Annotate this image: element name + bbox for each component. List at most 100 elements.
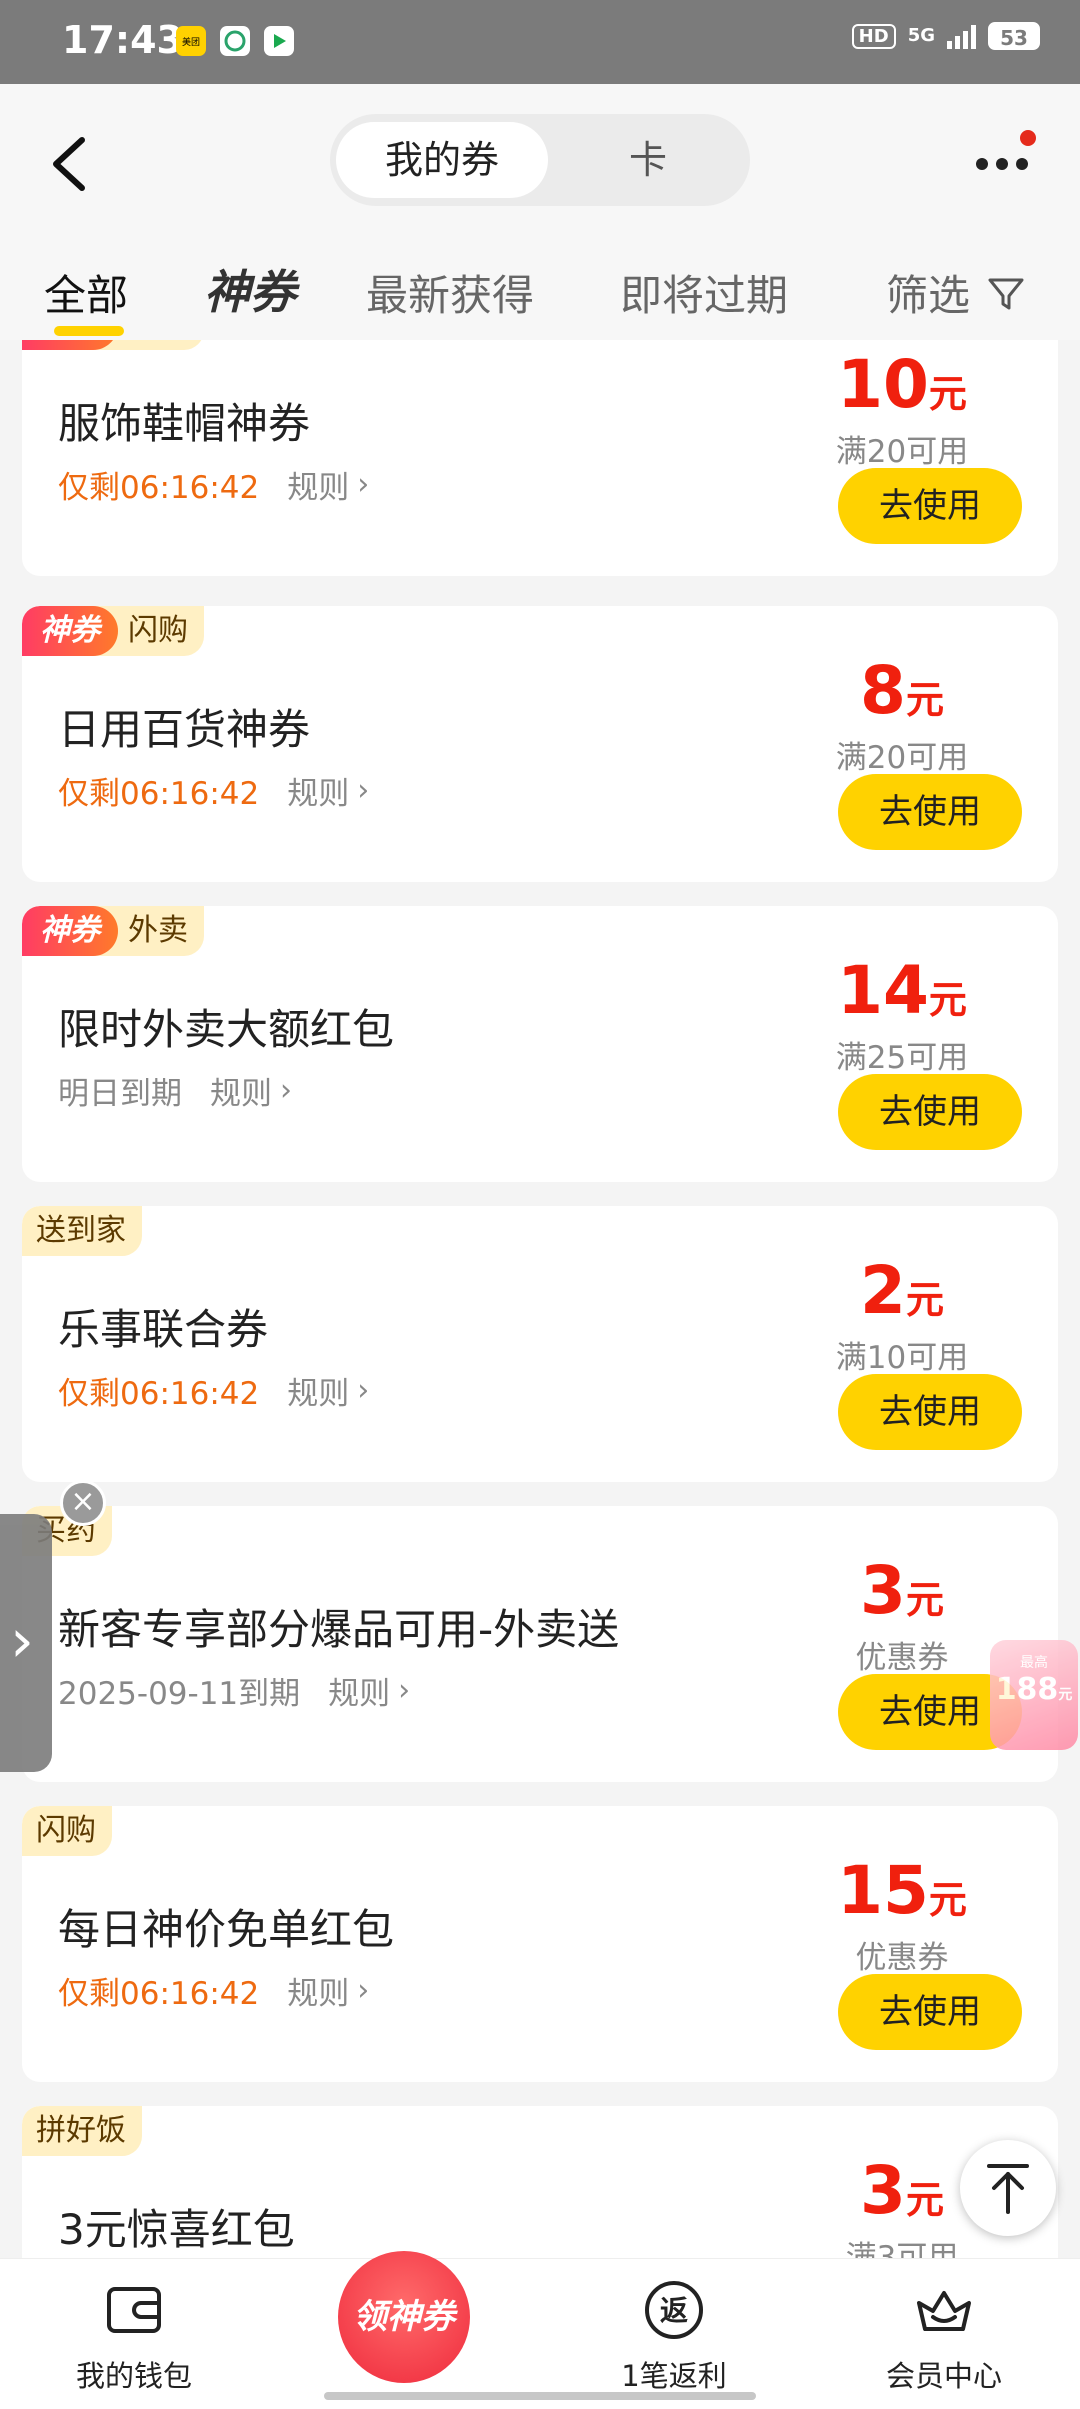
filter-icon[interactable]	[986, 274, 1026, 314]
coupon-title: 乐事联合券	[58, 1305, 269, 1354]
coupon-card: 买药 新客专享部分爆品可用-外卖送 2025-09-11到期 规则 › 3元 优…	[22, 1506, 1058, 1782]
coupon-condition: 满10可用	[835, 1340, 969, 1376]
coupon-condition: 满20可用	[835, 740, 969, 776]
chevron-right-icon: ›	[10, 1606, 34, 1676]
rule-link[interactable]: 规则	[328, 1668, 390, 1713]
get-coupon-button[interactable]: 领神券	[338, 2251, 470, 2383]
filter-tabs: 全部 神券 最新获得 即将过期 筛选	[0, 244, 1080, 340]
coupon-card: 拼好饭 3元惊喜红包 3元 满3可用	[22, 2106, 1058, 2258]
nav-rebate[interactable]: 返 1笔返利	[574, 2277, 774, 2395]
promo-badge-amount: 188	[995, 1672, 1059, 1707]
segment-my-coupons[interactable]: 我的券	[336, 122, 548, 198]
signal-icon	[947, 23, 976, 49]
tab-all[interactable]: 全部	[44, 262, 128, 323]
coupon-expire: 仅剩06:16:42	[58, 776, 260, 812]
more-button[interactable]	[972, 130, 1036, 184]
rule-link[interactable]: 规则	[287, 768, 349, 813]
nav-label: 会员中心	[885, 2359, 1002, 2393]
battery-icon: 53	[988, 22, 1040, 50]
video-app-icon	[264, 26, 294, 56]
tab-newest[interactable]: 最新获得	[366, 262, 534, 323]
home-indicator	[324, 2392, 756, 2400]
meituan-app-icon: 美团	[176, 26, 206, 56]
use-button[interactable]: 去使用	[838, 468, 1022, 544]
coupon-condition: 满3可用	[845, 2240, 959, 2258]
page-header: 我的券 卡 全部 神券 最新获得 即将过期 筛选	[0, 84, 1080, 340]
status-bar: 17:43 美团 HD 5G 53	[0, 0, 1080, 84]
coupon-card: 神券 外卖 限时外卖大额红包 明日到期 规则 › 14元 满25可用 去使用	[22, 906, 1058, 1182]
coupon-amount: 2	[860, 1252, 906, 1329]
coupon-unit: 元	[928, 978, 967, 1022]
coupon-condition: 优惠券	[855, 1640, 949, 1676]
nav-member-center[interactable]: 会员中心	[844, 2277, 1044, 2395]
coupon-title: 日用百货神券	[58, 705, 311, 754]
use-button[interactable]: 去使用	[838, 1074, 1022, 1150]
arrow-up-icon	[987, 2164, 1029, 2214]
category-tag: 闪购	[22, 1806, 112, 1856]
tab-filter[interactable]: 筛选	[886, 262, 970, 323]
use-button[interactable]: 去使用	[838, 1374, 1022, 1450]
use-button[interactable]: 去使用	[838, 774, 1022, 850]
crown-icon	[917, 2291, 971, 2331]
promo-badge-label: 最高	[1020, 1655, 1048, 1671]
coupon-unit: 元	[905, 2178, 944, 2222]
coupon-unit: 元	[905, 1278, 944, 1322]
mobile-app-icon	[220, 26, 250, 56]
coupon-unit: 元	[905, 678, 944, 722]
promo-badge[interactable]: 最高 188元	[990, 1640, 1078, 1750]
tab-expiring[interactable]: 即将过期	[620, 262, 788, 323]
tab-underline	[54, 326, 124, 336]
coupon-title: 新客专享部分爆品可用-外卖送	[58, 1605, 620, 1654]
coupon-unit: 元	[928, 372, 967, 416]
use-button[interactable]: 去使用	[838, 1974, 1022, 2050]
rule-link[interactable]: 规则	[287, 1368, 349, 1413]
back-button[interactable]	[44, 124, 104, 204]
coupon-condition: 优惠券	[855, 1940, 949, 1976]
coupon-expire: 仅剩06:16:42	[58, 1376, 260, 1412]
nav-wallet[interactable]: 我的钱包	[34, 2277, 234, 2395]
chevron-right-icon: ›	[357, 773, 370, 808]
coupon-expire: 仅剩06:16:42	[58, 470, 260, 506]
promo-badge-unit: 元	[1058, 1687, 1073, 1703]
coupon-expire: 明日到期	[58, 1076, 182, 1112]
chevron-right-icon: ›	[398, 1673, 411, 1708]
shen-coupon-tag: 神券	[22, 906, 118, 956]
back-arrow-icon	[53, 137, 85, 191]
side-drawer-tab[interactable]: ›	[0, 1514, 52, 1772]
coupon-amount: 3	[860, 2152, 906, 2229]
coupon-amount: 8	[860, 652, 906, 729]
nav-label: 我的钱包	[75, 2359, 192, 2393]
rule-link[interactable]: 规则	[210, 1068, 272, 1113]
coupon-title: 限时外卖大额红包	[58, 1005, 395, 1054]
rule-link[interactable]: 规则	[287, 1968, 349, 2013]
coupon-expire: 仅剩06:16:42	[58, 1976, 260, 2012]
coupon-amount: 3	[860, 1552, 906, 1629]
tab-shen-coupon[interactable]: 神券	[204, 256, 296, 322]
shen-coupon-tag: 神券	[22, 606, 118, 656]
coupon-title: 3元惊喜红包	[58, 2205, 295, 2254]
coupon-card: 神券 闪购 服饰鞋帽神券 仅剩06:16:42 规则 › 10元 满20可用 去…	[22, 340, 1058, 576]
category-tag: 拼好饭	[22, 2106, 142, 2156]
coupon-card: 神券 闪购 日用百货神券 仅剩06:16:42 规则 › 8元 满20可用 去使…	[22, 606, 1058, 882]
svg-text:返: 返	[660, 2294, 688, 2327]
notification-dot	[1020, 130, 1036, 146]
coupon-condition: 满20可用	[835, 434, 969, 470]
close-icon[interactable]: ×	[60, 1480, 106, 1526]
segment-cards[interactable]: 卡	[548, 122, 748, 198]
nav-label: 1笔返利	[621, 2359, 727, 2393]
coupon-expire: 2025-09-11到期	[58, 1676, 301, 1712]
wallet-icon	[107, 2287, 161, 2333]
back-to-top-button[interactable]	[960, 2140, 1056, 2236]
coupon-title: 服饰鞋帽神券	[58, 399, 311, 448]
network-label: 5G	[907, 25, 935, 46]
coupon-list: 神券 闪购 服饰鞋帽神券 仅剩06:16:42 规则 › 10元 满20可用 去…	[0, 340, 1080, 2258]
hd-badge: HD	[851, 23, 896, 49]
rule-link[interactable]: 规则	[287, 462, 349, 507]
coupon-card: 送到家 乐事联合券 仅剩06:16:42 规则 › 2元 满10可用 去使用	[22, 1206, 1058, 1482]
chevron-right-icon: ›	[357, 1373, 370, 1408]
chevron-right-icon: ›	[357, 1973, 370, 2008]
coupon-title: 每日神价免单红包	[58, 1905, 395, 1954]
coupon-amount: 14	[837, 952, 929, 1029]
coupon-amount: 10	[837, 346, 929, 423]
status-time: 17:43	[62, 18, 183, 62]
